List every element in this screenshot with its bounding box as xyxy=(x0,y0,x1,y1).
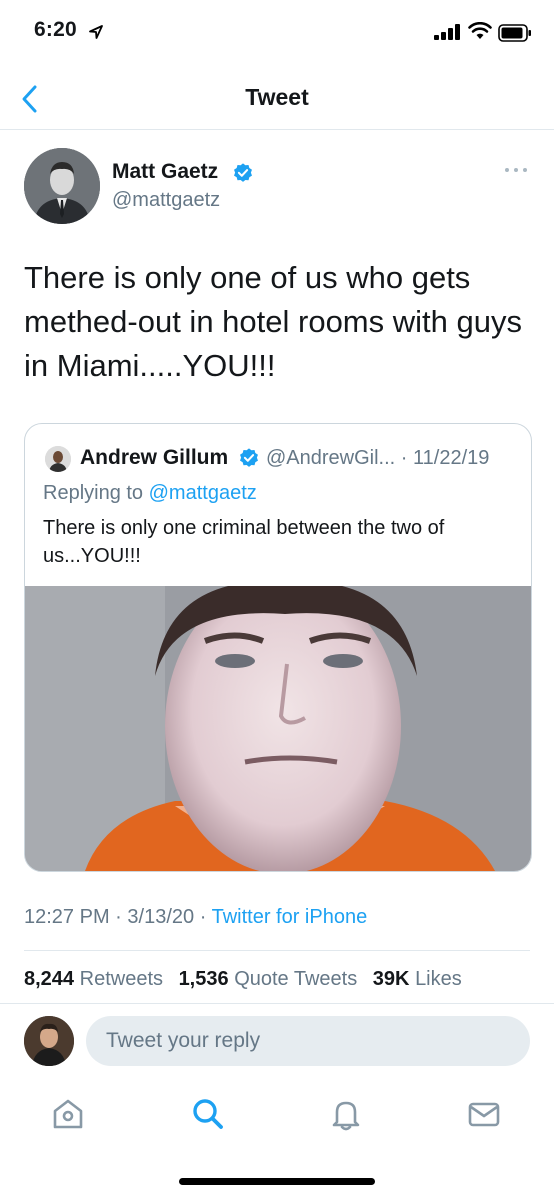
likes-count: 39K xyxy=(372,968,410,990)
page-title: Tweet xyxy=(245,84,309,110)
tweet-source-link[interactable]: Twitter for iPhone xyxy=(212,906,368,928)
replying-handle-link[interactable]: @mattgaetz xyxy=(149,482,257,504)
meta-separator: · xyxy=(115,906,122,928)
location-arrow-icon xyxy=(89,25,103,39)
quoted-tweet-card[interactable]: Andrew Gillum @AndrewGil... · 11/22/19 R… xyxy=(24,423,532,872)
nav-divider xyxy=(0,129,554,130)
quoted-meta: @AndrewGil... · 11/22/19 xyxy=(266,447,490,469)
search-icon[interactable] xyxy=(190,1096,226,1132)
tweet-date: 3/13/20 xyxy=(127,906,195,928)
more-icon[interactable] xyxy=(502,160,530,180)
quote-tweets-label: Quote Tweets xyxy=(234,968,358,990)
reply-input[interactable] xyxy=(86,1016,530,1066)
current-user-avatar[interactable] xyxy=(24,1016,74,1066)
messages-icon[interactable] xyxy=(466,1096,502,1132)
author-name[interactable]: Matt Gaetz xyxy=(112,160,218,184)
verified-badge-icon xyxy=(234,163,252,182)
retweets-stat[interactable]: 8,244 Retweets xyxy=(24,968,163,990)
quoted-tweet-text: There is only one criminal between the t… xyxy=(43,517,445,567)
signal-icon xyxy=(434,24,460,40)
battery-icon xyxy=(498,24,531,42)
retweets-count: 8,244 xyxy=(24,968,75,990)
author-handle[interactable]: @mattgaetz xyxy=(112,189,220,212)
divider xyxy=(24,950,530,951)
verified-badge-icon xyxy=(240,448,258,467)
tweet-stats: 8,244 Retweets 1,536 Quote Tweets 39K Li… xyxy=(24,968,472,991)
wifi-icon xyxy=(468,22,492,39)
home-icon[interactable] xyxy=(50,1096,86,1132)
author-avatar[interactable] xyxy=(24,148,100,224)
tweet-timestamp: 12:27 PM · 3/13/20 · Twitter for iPhone xyxy=(24,906,367,929)
quote-tweets-count: 1,536 xyxy=(178,968,229,990)
retweets-label: Retweets xyxy=(79,968,163,990)
notifications-icon[interactable] xyxy=(328,1096,364,1132)
status-time: 6:20 xyxy=(34,18,77,41)
likes-stat[interactable]: 39K Likes xyxy=(373,968,462,990)
tweet-text: There is only one of us who gets methed-… xyxy=(24,260,522,383)
likes-label: Likes xyxy=(415,968,462,990)
divider xyxy=(0,1003,554,1004)
quote-tweets-stat[interactable]: 1,536 Quote Tweets xyxy=(179,968,358,990)
quoted-replying-to: Replying to @mattgaetz xyxy=(43,482,257,505)
tweet-time: 12:27 PM xyxy=(24,906,110,928)
quoted-tweet-photo[interactable] xyxy=(25,586,531,871)
home-indicator xyxy=(179,1178,375,1185)
replying-prefix: Replying to xyxy=(43,482,149,504)
quoted-author-name: Andrew Gillum xyxy=(80,446,229,469)
meta-separator: · xyxy=(199,906,207,928)
quoted-author-avatar xyxy=(45,446,71,472)
